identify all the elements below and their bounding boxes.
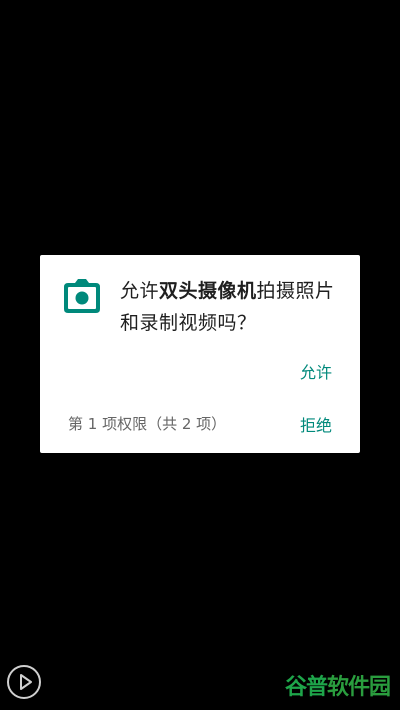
watermark-part1: 谷普 [284, 675, 328, 700]
allow-button[interactable]: 允许 [300, 359, 332, 383]
permission-prompt: 允许双头摄像机拍摄照片和录制视频吗？ [120, 275, 350, 339]
permission-dialog: 允许双头摄像机拍摄照片和录制视频吗？ 允许 第 1 项权限（共 2 项） 拒绝 [40, 255, 360, 453]
watermark-part2: 软件园 [326, 675, 391, 700]
app-name: 双头摄像机 [159, 280, 257, 302]
camera-icon [64, 279, 100, 313]
deny-button[interactable]: 拒绝 [300, 412, 332, 436]
permission-count: 第 1 项权限（共 2 项） [68, 415, 227, 433]
play-icon [20, 674, 32, 690]
play-button[interactable] [7, 665, 41, 699]
screen: 允许双头摄像机拍摄照片和录制视频吗？ 允许 第 1 项权限（共 2 项） 拒绝 … [0, 0, 400, 710]
dialog-footer: 第 1 项权限（共 2 项） 拒绝 [68, 411, 332, 435]
prompt-prefix: 允许 [120, 280, 160, 302]
watermark-logo: 谷普 软件园 [284, 668, 391, 702]
